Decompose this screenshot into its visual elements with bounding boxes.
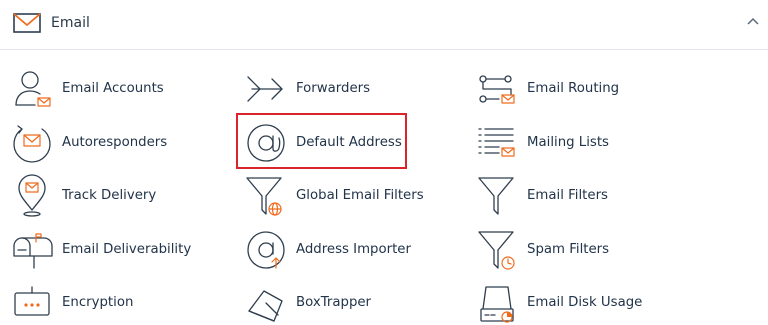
item-label: Email Disk Usage <box>527 295 643 310</box>
funnel-globe-icon <box>246 177 282 216</box>
location-pin-mail-icon <box>18 174 46 217</box>
key-card-icon <box>14 286 50 316</box>
item-label: Email Deliverability <box>62 242 192 257</box>
item-label: BoxTrapper <box>296 295 372 310</box>
email-panel-header[interactable]: Email <box>0 0 768 50</box>
panel-title: Email <box>51 15 90 31</box>
item-label: Autoresponders <box>62 135 168 150</box>
item-label: Spam Filters <box>527 242 610 257</box>
trap-icon <box>248 290 283 322</box>
forward-arrow-icon <box>247 76 283 102</box>
envelope-icon <box>13 13 41 33</box>
item-label: Track Delivery <box>62 188 157 203</box>
funnel-icon <box>478 177 514 215</box>
item-label: Email Routing <box>527 81 620 96</box>
routing-icon <box>479 75 515 104</box>
item-label: Forwarders <box>296 81 371 96</box>
item-label: Mailing Lists <box>527 135 609 150</box>
funnel-clock-icon <box>478 231 515 270</box>
chevron-up-icon[interactable] <box>743 12 763 32</box>
user-mail-icon <box>15 71 51 107</box>
autoresponder-icon <box>13 125 51 163</box>
item-label: Email Accounts <box>62 81 164 96</box>
item-label: Global Email Filters <box>296 188 424 203</box>
item-label: Address Importer <box>296 242 411 257</box>
mailbox-icon <box>13 233 53 269</box>
disk-usage-icon <box>480 286 514 323</box>
mailing-list-icon <box>478 128 515 157</box>
item-label: Encryption <box>62 295 134 310</box>
at-import-icon <box>247 231 285 269</box>
at-sign-icon <box>247 124 285 162</box>
item-label: Email Filters <box>527 188 608 203</box>
item-label: Default Address <box>296 135 402 150</box>
